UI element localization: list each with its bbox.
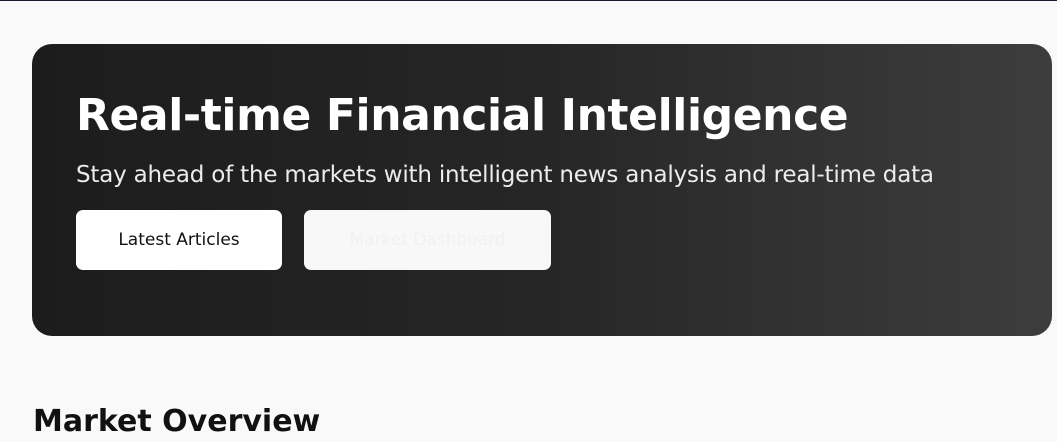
market-overview-heading: Market Overview: [33, 404, 321, 439]
hero-subtitle: Stay ahead of the markets with intellige…: [76, 162, 934, 188]
latest-articles-button[interactable]: Latest Articles: [76, 210, 282, 270]
market-dashboard-button[interactable]: Market Dashboard: [304, 210, 551, 270]
hero-actions: Latest Articles Market Dashboard: [76, 210, 1052, 270]
hero-banner: Real-time Financial Intelligence Stay ah…: [32, 44, 1052, 336]
hero-title: Real-time Financial Intelligence: [76, 90, 849, 141]
top-border: [0, 0, 1057, 1]
